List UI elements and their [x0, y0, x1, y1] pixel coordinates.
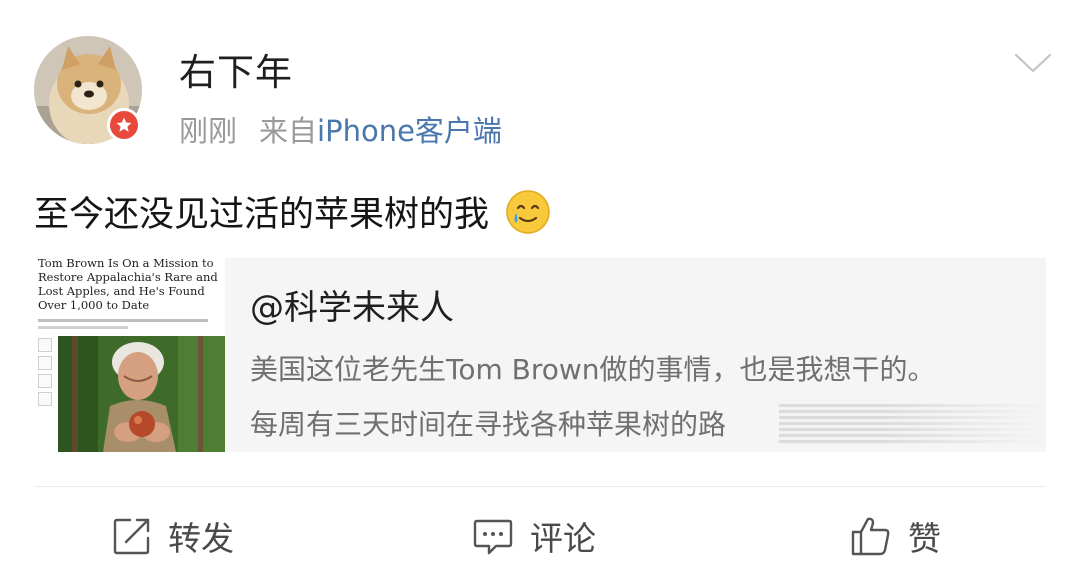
vip-star-icon	[116, 117, 132, 132]
repost-text-line-2: 每周有三天时间在寻找各种苹果树的路	[250, 408, 727, 441]
like-label: 赞	[908, 519, 941, 558]
article-thumbnail: Tom Brown Is On a Mission to Restore App…	[34, 258, 225, 452]
thumbnail-subline	[38, 319, 208, 322]
weibo-post: 右下年 刚刚 来自iPhone客户端 至今还没见过活的苹果树的我 Tom Brow…	[0, 0, 1080, 561]
post-text-content: 至今还没见过活的苹果树的我	[34, 195, 490, 235]
vip-badge	[107, 108, 141, 142]
post-meta: 刚刚 来自iPhone客户端	[179, 108, 502, 150]
comment-button[interactable]: 评论	[472, 511, 596, 561]
author-name[interactable]: 右下年	[179, 42, 293, 96]
text-fade-overlay	[779, 404, 1046, 444]
comment-icon	[473, 519, 513, 555]
thumbnail-photo	[58, 336, 225, 452]
comment-label: 评论	[530, 519, 596, 558]
thumbnail-headline: Tom Brown Is On a Mission to Restore App…	[38, 258, 218, 312]
repost-label: 转发	[168, 519, 234, 558]
repost-icon	[113, 518, 150, 555]
like-button[interactable]: 赞	[850, 511, 941, 561]
repost-card[interactable]: Tom Brown Is On a Mission to Restore App…	[34, 258, 1046, 452]
repost-button[interactable]: 转发	[112, 511, 234, 561]
post-time: 刚刚	[179, 114, 238, 148]
thumbnail-share-buttons	[38, 338, 52, 410]
repost-text-line-1: 美国这位老先生Tom Brown做的事情，也是我想干的。	[250, 353, 936, 386]
post-text: 至今还没见过活的苹果树的我	[34, 186, 551, 237]
smiling-face-with-tear-icon	[506, 189, 550, 234]
source-link[interactable]: iPhone客户端	[317, 114, 502, 148]
thumbnail-byline	[38, 326, 128, 329]
source-prefix: 来自	[259, 114, 318, 148]
repost-author[interactable]: @科学未来人	[250, 280, 454, 329]
divider	[34, 486, 1046, 487]
thumbs-up-icon	[851, 517, 890, 556]
chevron-down-icon[interactable]	[1014, 52, 1052, 74]
